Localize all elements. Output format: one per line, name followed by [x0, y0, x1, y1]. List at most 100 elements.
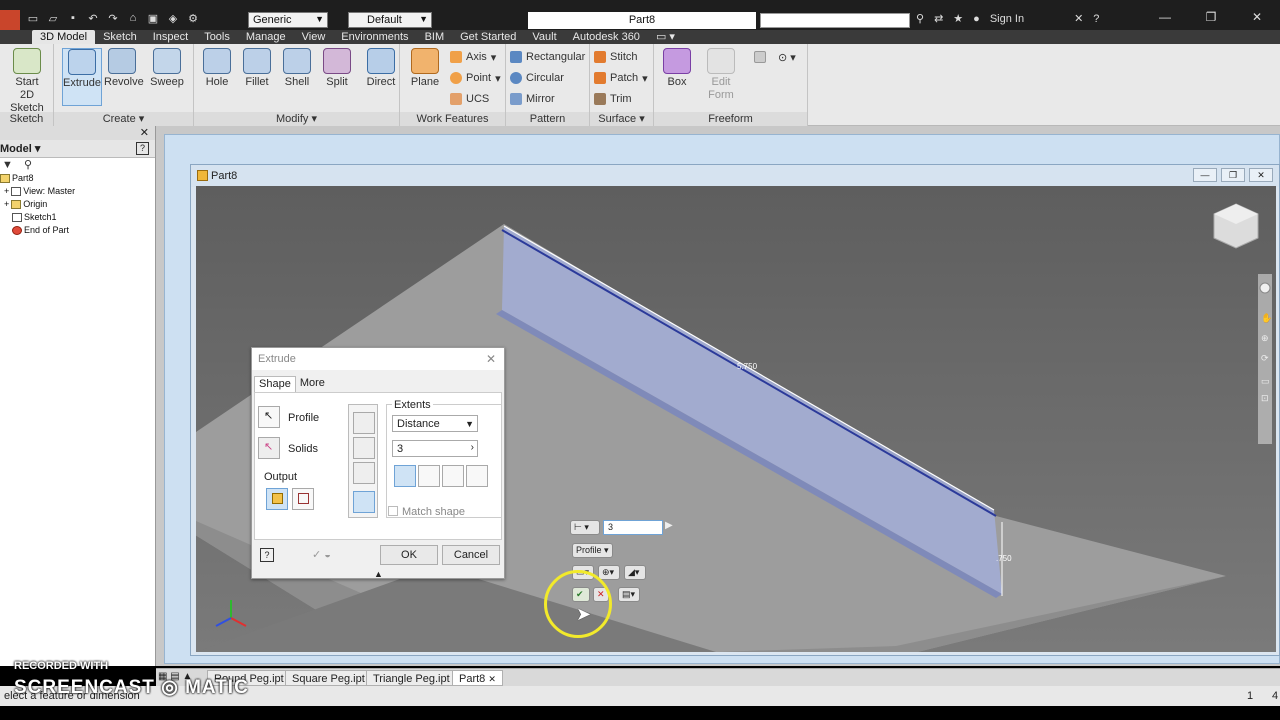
doc-tab-part8[interactable]: Part8 ✕ — [452, 670, 503, 686]
fillet-button[interactable]: Fillet — [238, 48, 276, 89]
appearance-select[interactable]: Default ▼ — [348, 12, 432, 28]
tab-environments[interactable]: Environments — [333, 30, 416, 44]
expand-icon[interactable]: + — [4, 198, 9, 211]
cancel-button[interactable]: Cancel — [442, 545, 500, 565]
tree-item-view[interactable]: + View: Master — [0, 185, 155, 198]
application-menu-button[interactable] — [0, 10, 20, 30]
doc-close-icon[interactable]: ✕ — [1249, 168, 1273, 182]
tab-bim[interactable]: BIM — [417, 30, 453, 44]
box-button[interactable]: Box — [658, 48, 696, 89]
tab-tools[interactable]: Tools — [196, 30, 238, 44]
stitch-button[interactable]: Stitch — [594, 48, 638, 66]
doc-minimize-icon[interactable]: — — [1193, 168, 1217, 182]
doc-tab-triangle-peg[interactable]: Triangle Peg.ipt — [366, 670, 457, 686]
new-icon[interactable]: ▭ — [26, 12, 40, 25]
close-icon[interactable]: ✕ — [488, 674, 496, 684]
look-at-icon[interactable]: ▭ — [1261, 376, 1270, 386]
find-icon[interactable]: ⚲ — [24, 159, 32, 171]
group-label-modify[interactable]: Modify ▾ — [194, 112, 399, 126]
ucs-button[interactable]: UCS — [450, 90, 489, 108]
material-select[interactable]: Generic ▼ — [248, 12, 328, 28]
select-icon[interactable]: ◈ — [166, 12, 180, 25]
mini-toolbar-distance-type[interactable]: ⊢ ▾ — [570, 520, 600, 535]
mini-toolbar-operation-button[interactable]: ⊕▾ — [598, 565, 620, 580]
output-surface-button[interactable] — [292, 488, 314, 510]
output-solid-button[interactable] — [266, 488, 288, 510]
extents-type-select[interactable]: Distance ▼ — [392, 415, 478, 432]
match-shape-checkbox[interactable] — [388, 506, 398, 516]
tab-vault[interactable]: Vault — [524, 30, 564, 44]
chevron-right-icon[interactable]: › — [471, 441, 474, 455]
direction-flipped-button[interactable] — [418, 465, 440, 487]
close-icon[interactable]: ✕ — [486, 348, 496, 370]
mini-toolbar-direction-button[interactable]: ◢▾ — [624, 565, 646, 580]
tree-item-end-of-part[interactable]: End of Part — [0, 224, 155, 237]
tree-item-sketch[interactable]: Sketch1 — [0, 211, 155, 224]
direction-symmetric-button[interactable] — [442, 465, 464, 487]
group-label-surface[interactable]: Surface ▾ — [590, 112, 653, 126]
point-button[interactable]: Point ▾ — [450, 69, 501, 87]
edit-form-button[interactable]: Edit Form — [702, 48, 740, 102]
tree-item-origin[interactable]: + Origin — [0, 198, 155, 211]
exchange-icon[interactable]: ⇄ — [934, 12, 943, 25]
redo-icon[interactable]: ↷ — [106, 12, 120, 25]
open-icon[interactable]: ▱ — [46, 12, 60, 25]
profile-select-button[interactable]: ↖ — [258, 406, 280, 428]
tab-view[interactable]: View — [294, 30, 334, 44]
star-icon[interactable]: ★ — [953, 12, 963, 25]
close-small-icon[interactable]: ✕ — [1074, 12, 1083, 25]
preview-icon[interactable]: ✓ ◒ — [312, 548, 331, 561]
direction-asymmetric-button[interactable] — [466, 465, 488, 487]
search-input[interactable] — [760, 13, 910, 28]
split-button[interactable]: Split — [318, 48, 356, 89]
orbit-icon[interactable]: ⟳ — [1261, 353, 1269, 363]
folder-icon[interactable]: ▣ — [146, 12, 160, 25]
expand-icon[interactable]: + — [4, 185, 9, 198]
browser-title-dropdown[interactable]: Model ▾ — [0, 142, 40, 155]
distance-input[interactable]: 3 › — [392, 440, 478, 457]
tab-manage[interactable]: Manage — [238, 30, 294, 44]
binoculars-icon[interactable]: ⚲ — [916, 12, 924, 25]
tab-get-started[interactable]: Get Started — [452, 30, 524, 44]
browser-close-icon[interactable]: ✕ — [140, 126, 149, 140]
sign-in-link[interactable]: Sign In — [990, 13, 1024, 25]
patch-button[interactable]: Patch ▾ — [594, 69, 648, 87]
ribbon-tab-options-icon[interactable]: ▭ ▾ — [648, 30, 683, 44]
save-icon[interactable]: ▪ — [66, 12, 80, 25]
mirror-button[interactable]: Mirror — [510, 90, 555, 108]
circular-pattern-button[interactable]: Circular — [510, 69, 564, 87]
ribbon-options-button[interactable]: ⊙ ▾ — [778, 48, 796, 66]
group-label-create[interactable]: Create ▾ — [54, 112, 193, 126]
hole-button[interactable]: Hole — [198, 48, 236, 89]
mini-toolbar-arrow-icon[interactable]: ▶ — [665, 520, 673, 531]
tab-shape[interactable]: Shape — [254, 376, 296, 392]
plane-button[interactable]: Plane — [406, 48, 444, 89]
doc-tab-square-peg[interactable]: Square Peg.ipt — [285, 670, 372, 686]
join-button[interactable] — [353, 412, 375, 434]
filter-icon[interactable]: ▼ — [2, 159, 13, 171]
help-icon[interactable]: ? — [136, 142, 149, 155]
home-icon[interactable]: ⌂ — [126, 12, 140, 25]
tree-item-part[interactable]: Part8 — [0, 172, 155, 185]
undo-icon[interactable]: ↶ — [86, 12, 100, 25]
maximize-icon[interactable]: ❐ — [1188, 10, 1234, 24]
start-2d-sketch-button[interactable]: Start 2D Sketch — [6, 48, 48, 115]
revolve-button[interactable]: Revolve — [104, 48, 144, 89]
steering-wheel-icon[interactable] — [1259, 282, 1271, 294]
help-icon[interactable]: ? — [1093, 13, 1099, 25]
solids-select-button[interactable]: ↖ — [258, 437, 280, 459]
mini-toolbar-options-button[interactable]: ▤▾ — [618, 587, 640, 602]
mini-toolbar-distance-input[interactable]: 3 — [603, 520, 663, 535]
intersect-button[interactable] — [353, 462, 375, 484]
expand-arrow-icon[interactable]: ▲ — [374, 569, 383, 579]
tab-sketch[interactable]: Sketch — [95, 30, 145, 44]
direction-default-button[interactable] — [394, 465, 416, 487]
mini-toolbar-profile-button[interactable]: Profile ▾ — [572, 543, 613, 558]
doc-restore-icon[interactable]: ❐ — [1221, 168, 1245, 182]
tab-more[interactable]: More — [296, 376, 329, 392]
minimize-icon[interactable]: — — [1142, 10, 1188, 24]
zoom-icon[interactable]: ⊕ — [1261, 333, 1269, 343]
tab-inspect[interactable]: Inspect — [145, 30, 196, 44]
shell-button[interactable]: Shell — [278, 48, 316, 89]
new-solid-button[interactable] — [353, 491, 375, 513]
